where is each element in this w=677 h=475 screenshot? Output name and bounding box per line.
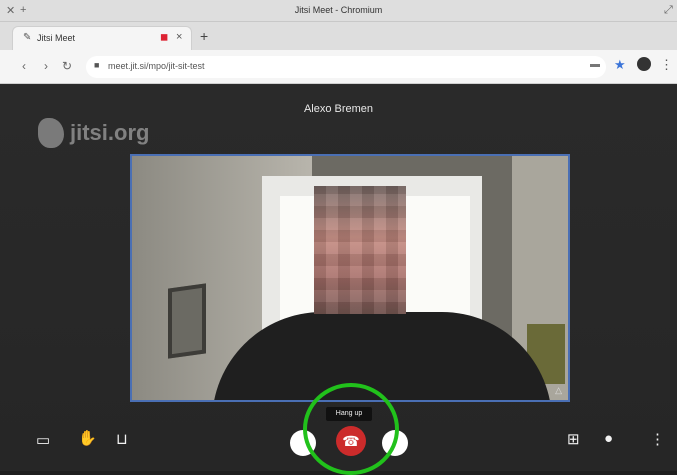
new-tab-button[interactable]: + bbox=[200, 28, 208, 44]
resize-icon[interactable]: ⤢ bbox=[664, 4, 673, 17]
active-tab[interactable]: ✎ Jitsi Meet ◼ × bbox=[12, 26, 192, 50]
lock-icon[interactable]: ■ bbox=[94, 60, 99, 70]
more-options-icon[interactable]: ⋮ bbox=[650, 430, 665, 448]
browser-menu-icon[interactable]: ⋮ bbox=[660, 57, 673, 73]
large-video[interactable]: △ bbox=[130, 154, 570, 402]
record-icon[interactable]: ● bbox=[604, 430, 613, 447]
participant-name: Alexo Bremen bbox=[303, 103, 374, 115]
window-titlebar: ✕ + Jitsi Meet - Chromium ⤢ bbox=[0, 0, 677, 22]
chat-icon[interactable]: ⊔ bbox=[116, 430, 128, 448]
jitsi-favicon-icon: ✎ bbox=[23, 32, 32, 43]
logo-text: jitsi.org bbox=[70, 120, 150, 145]
raise-hand-icon[interactable]: ✋ bbox=[78, 429, 97, 447]
jitsi-logo-icon bbox=[38, 118, 64, 148]
conference-stage: jitsi.org Alexo Bremen △ ▭ ✋ ⊔ Hang up ☎ bbox=[0, 85, 677, 475]
window-title: Jitsi Meet - Chromium bbox=[294, 5, 383, 15]
address-bar[interactable]: ■ meet.jit.si/mpo/jit-sit-test bbox=[86, 56, 606, 78]
connection-indicator-icon[interactable]: △ bbox=[555, 385, 562, 396]
profile-avatar-icon[interactable] bbox=[637, 57, 651, 71]
screen-share-icon[interactable]: ▭ bbox=[36, 431, 50, 449]
tab-title: Jitsi Meet bbox=[37, 33, 76, 43]
bookmark-star-icon[interactable]: ★ bbox=[614, 57, 626, 73]
extension-icon[interactable]: ▬ bbox=[590, 59, 600, 70]
video-background bbox=[168, 283, 206, 359]
jitsi-logo[interactable]: jitsi.org bbox=[38, 115, 149, 151]
tab-audio-icon[interactable]: ◼ bbox=[160, 32, 168, 43]
tab-close-icon[interactable]: × bbox=[176, 31, 182, 43]
highlight-circle bbox=[303, 383, 399, 475]
tile-view-icon[interactable]: ⊞ bbox=[567, 430, 580, 448]
back-icon[interactable]: ‹ bbox=[22, 59, 26, 73]
browser-window: ✕ + Jitsi Meet - Chromium ⤢ ✎ Jitsi Meet… bbox=[0, 0, 677, 475]
reload-icon[interactable]: ↻ bbox=[62, 59, 72, 73]
tab-strip: ✎ Jitsi Meet ◼ × + bbox=[0, 22, 677, 50]
pixelated-face bbox=[314, 186, 406, 314]
browser-toolbar: ‹ › ↻ ■ meet.jit.si/mpo/jit-sit-test ▬ ★… bbox=[0, 50, 677, 84]
forward-icon[interactable]: › bbox=[44, 59, 48, 73]
url-text[interactable]: meet.jit.si/mpo/jit-sit-test bbox=[108, 61, 205, 71]
